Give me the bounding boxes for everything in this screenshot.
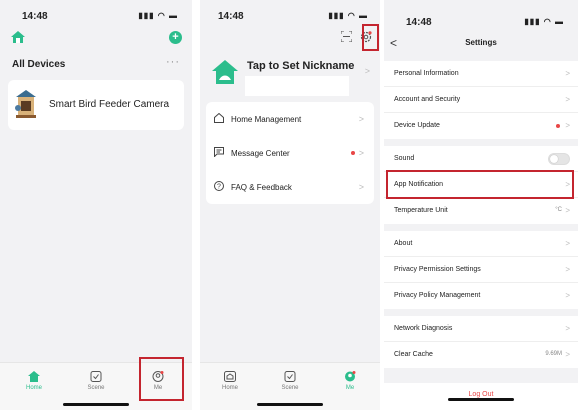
status-bar: 14:48 ▮▮▮ ◠ ▬ — [200, 8, 380, 24]
scan-icon[interactable] — [341, 31, 352, 42]
tab-home[interactable]: Home — [210, 371, 250, 391]
nav-bar: < Settings — [384, 36, 578, 52]
chevron-right-icon: > — [565, 350, 570, 359]
tab-label: Home — [25, 385, 42, 391]
tab-label: Scene — [281, 385, 299, 391]
scene-icon — [90, 371, 102, 382]
status-bar: 14:48 ▮▮▮ ◠ ▬ — [384, 14, 578, 30]
help-icon: ? — [214, 181, 224, 191]
settings-item-personal-info[interactable]: Personal Information > — [384, 61, 578, 87]
tab-scene[interactable]: Scene — [76, 371, 116, 391]
settings-item-device-update[interactable]: Device Update > — [384, 113, 578, 139]
chevron-right-icon: > — [565, 324, 570, 333]
bird-feeder-icon — [15, 90, 36, 118]
chevron-right-icon: > — [358, 182, 364, 192]
status-time: 14:48 — [22, 11, 48, 22]
status-bar: 14:48 ▮▮▮ ◠ ▬ — [0, 8, 192, 24]
home-screen: 14:48 ▮▮▮ ◠ ▬ + All Devices ··· Smart Bi… — [0, 0, 192, 410]
settings-item-value: °C — [555, 207, 562, 213]
status-indicators: ▮▮▮ ◠ ▬ — [328, 11, 368, 20]
tab-label: Scene — [87, 385, 105, 391]
more-options-icon[interactable]: ··· — [166, 56, 180, 68]
update-badge — [556, 124, 560, 128]
settings-item-label: About — [394, 240, 413, 247]
chevron-right-icon: > — [565, 206, 570, 215]
tab-label: Me — [345, 385, 355, 391]
status-indicators: ▮▮▮ ◠ ▬ — [138, 11, 178, 20]
chevron-right-icon: > — [565, 291, 570, 300]
home-indicator — [448, 398, 514, 401]
chevron-right-icon: > — [565, 121, 570, 130]
chevron-right-icon: > — [565, 239, 570, 248]
settings-item-label: Privacy Policy Management — [394, 292, 481, 299]
status-indicators: ▮▮▮ ◠ ▬ — [524, 17, 564, 26]
nickname-prompt[interactable]: Tap to Set Nickname — [247, 60, 354, 72]
device-card[interactable]: Smart Bird Feeder Camera — [8, 80, 184, 130]
user-id-redacted — [245, 76, 349, 96]
message-icon — [214, 147, 224, 157]
settings-item-privacy-policy[interactable]: Privacy Policy Management > — [384, 283, 578, 309]
me-menu: Home Management > Message Center > ? FAQ… — [206, 102, 374, 204]
device-name: Smart Bird Feeder Camera — [49, 99, 170, 110]
unread-badge — [351, 151, 355, 155]
settings-item-label: Sound — [394, 155, 415, 162]
scene-icon — [284, 371, 296, 382]
settings-item-value: 9.69M — [545, 351, 562, 357]
settings-item-label: Privacy Permission Settings — [394, 266, 481, 273]
home-icon — [224, 371, 236, 382]
menu-item-label: Message Center — [231, 149, 290, 158]
section-title: All Devices — [12, 59, 66, 70]
me-screen: 14:48 ▮▮▮ ◠ ▬ Tap to Set Nickname > Home… — [200, 0, 380, 410]
settings-item-label: Personal Information — [394, 70, 459, 77]
svg-text:?: ? — [217, 184, 221, 191]
menu-item-message-center[interactable]: Message Center > — [206, 136, 374, 170]
menu-item-label: FAQ & Feedback — [231, 183, 292, 192]
settings-item-label: Device Update — [394, 122, 440, 129]
home-icon[interactable] — [11, 31, 25, 43]
settings-screen: 14:48 ▮▮▮ ◠ ▬ < Settings Personal Inform… — [384, 0, 578, 410]
tab-scene[interactable]: Scene — [270, 371, 310, 391]
home-indicator — [63, 403, 129, 406]
page-title: Settings — [465, 38, 497, 47]
sound-toggle[interactable] — [548, 153, 570, 165]
chevron-right-icon: > — [358, 148, 364, 158]
menu-item-label: Home Management — [231, 115, 302, 124]
me-icon — [345, 371, 356, 382]
settings-item-label: Network Diagnosis — [394, 325, 453, 332]
home-indicator — [257, 403, 323, 406]
settings-item-account-security[interactable]: Account and Security > — [384, 87, 578, 113]
settings-item-label: Temperature Unit — [394, 207, 448, 214]
highlight-box — [139, 357, 184, 401]
logout-button[interactable]: Log Out — [384, 391, 578, 398]
menu-item-faq-feedback[interactable]: ? FAQ & Feedback > — [206, 170, 374, 204]
settings-item-network-diagnosis[interactable]: Network Diagnosis > — [384, 316, 578, 342]
tab-home[interactable]: Home — [14, 371, 54, 391]
home-outline-icon — [214, 113, 224, 123]
highlight-box — [386, 170, 574, 199]
chevron-right-icon: > — [565, 265, 570, 274]
tab-me[interactable]: Me — [330, 371, 370, 391]
chevron-right-icon: > — [565, 69, 570, 78]
settings-group-maintenance: Network Diagnosis > Clear Cache 9.69M > — [384, 316, 578, 368]
settings-item-temperature-unit[interactable]: Temperature Unit °C > — [384, 198, 578, 224]
settings-item-label: Account and Security — [394, 96, 461, 103]
add-device-button[interactable]: + — [169, 31, 182, 44]
settings-item-sound: Sound — [384, 146, 578, 172]
status-time: 14:48 — [406, 17, 432, 28]
settings-item-privacy-permission[interactable]: Privacy Permission Settings > — [384, 257, 578, 283]
settings-group-account: Personal Information > Account and Secur… — [384, 61, 578, 139]
avatar[interactable] — [212, 58, 238, 84]
status-time: 14:48 — [218, 11, 244, 22]
chevron-right-icon: > — [565, 95, 570, 104]
tab-label: Home — [221, 385, 238, 391]
chevron-right-icon: > — [358, 114, 364, 124]
highlight-box — [362, 24, 379, 51]
chevron-right-icon: > — [364, 66, 370, 76]
settings-item-clear-cache[interactable]: Clear Cache 9.69M > — [384, 342, 578, 368]
menu-item-home-management[interactable]: Home Management > — [206, 102, 374, 136]
settings-group-about: About > Privacy Permission Settings > Pr… — [384, 231, 578, 309]
settings-item-label: Clear Cache — [394, 351, 433, 358]
settings-item-about[interactable]: About > — [384, 231, 578, 257]
home-icon — [28, 371, 40, 382]
